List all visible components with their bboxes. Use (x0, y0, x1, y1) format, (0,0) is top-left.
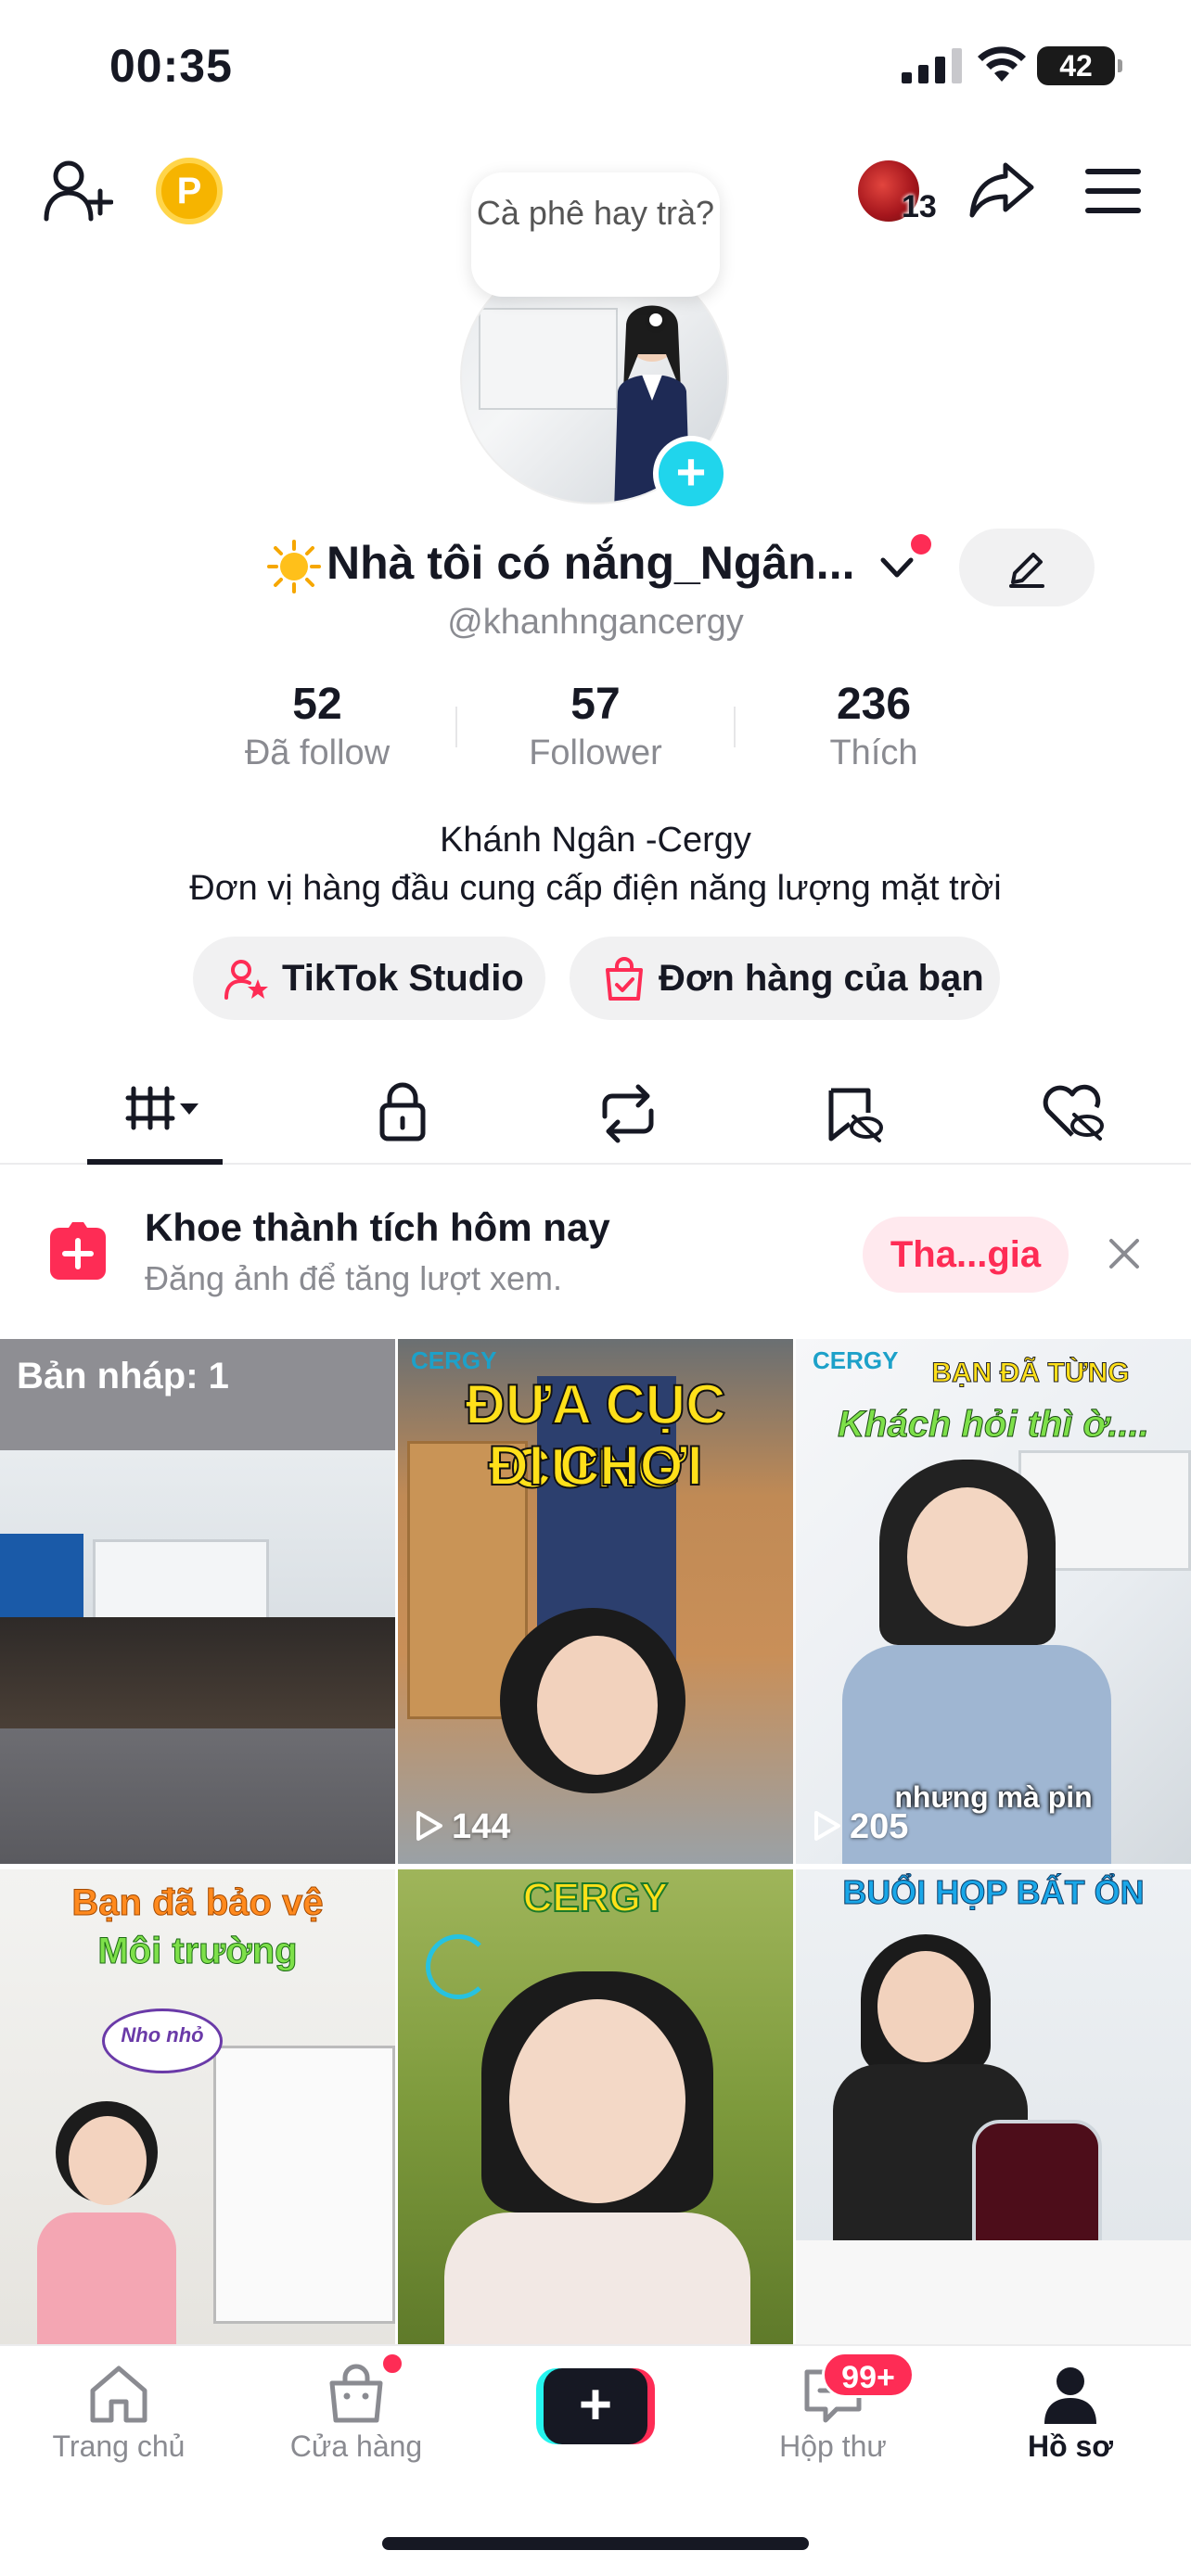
profile-username: @khanhngancergy (447, 603, 744, 642)
video2-view-count: 205 (850, 1807, 909, 1846)
bio-line: Khánh Ngân -Cergy (440, 821, 751, 860)
avatar-product-panel (479, 308, 618, 410)
promo-subtitle: Đăng ảnh để tăng lượt xem. (145, 1259, 562, 1297)
shop-notification-dot (380, 2352, 404, 2376)
stat-followers[interactable]: 57 Follower (456, 679, 735, 775)
video2-subtitle: Khách hỏi thì ờ.... (838, 1404, 1150, 1446)
nav-home[interactable]: Trang chủ (17, 2363, 221, 2464)
status-time: 00:35 (109, 40, 233, 92)
video-tile-2[interactable]: CERGY BẠN ĐÃ TỪNG Khách hỏi thì ờ.... nh… (796, 1339, 1191, 1864)
play-icon (416, 1811, 442, 1841)
add-post-icon (50, 1222, 106, 1280)
chevron-down-icon[interactable] (877, 549, 916, 586)
tab-videos[interactable] (61, 1066, 247, 1165)
add-story-button[interactable]: + (653, 436, 729, 512)
stat-likes-label: Thích (829, 733, 918, 772)
profile-bio: Khánh Ngân -Cergy Đơn vị hàng đầu cung c… (0, 816, 1191, 912)
nav-inbox-label: Hộp thư (779, 2429, 887, 2463)
video1-subtitle: ĐI CHƠI (487, 1434, 703, 1498)
tab-private[interactable] (312, 1066, 497, 1165)
promo-join-button[interactable]: Tha...gia (863, 1217, 1069, 1293)
profile-stats: 52 Đã follow 57 Follower 236 Thích (0, 679, 1191, 781)
nav-home-label: Trang chủ (52, 2429, 186, 2463)
stat-following[interactable]: 52 Đã follow (178, 679, 456, 775)
orders-label: Đơn hàng của bạn (659, 958, 984, 999)
video-tile-5[interactable]: BUỔI HỌP BẤT ỔN (796, 1869, 1191, 2344)
user-star-icon (224, 960, 268, 1000)
video2-views: 205 (813, 1807, 908, 1847)
home-indicator (382, 2537, 809, 2550)
cellular-signal-icon (902, 48, 962, 83)
shopping-bag-check-icon (606, 957, 643, 1001)
draft-label: Bản nháp: 1 (17, 1356, 229, 1396)
video5-title: BUỔI HỌP BẤT ỔN (842, 1873, 1145, 1912)
notification-dot (911, 534, 931, 555)
heart-hidden-icon (1043, 1084, 1104, 1141)
nav-profile[interactable]: Hồ sơ (968, 2363, 1172, 2464)
home-icon (90, 2366, 147, 2423)
video1-view-count: 144 (452, 1807, 511, 1846)
edit-profile-button[interactable] (959, 529, 1095, 606)
video1-brand: CERGY (411, 1346, 497, 1374)
plus-icon: + (544, 2368, 647, 2444)
video-tile-4[interactable]: CERGY (398, 1869, 793, 2344)
repost-icon (602, 1084, 654, 1143)
create-button[interactable]: + (536, 2368, 655, 2444)
tiktok-studio-button[interactable]: TikTok Studio (193, 937, 545, 1020)
bio-line: Đơn vị hàng đầu cung cấp điện năng lượng… (189, 869, 1002, 908)
stat-likes[interactable]: 236 Thích (735, 679, 1013, 775)
coin-icon[interactable]: P (156, 158, 223, 224)
video3-subtitle: Môi trường (97, 1931, 298, 1972)
profile-nickname[interactable]: Nhà tôi có nắng_Ngân... (327, 536, 854, 590)
grid-dropdown-icon (125, 1086, 198, 1130)
stat-following-label: Đã follow (244, 733, 391, 772)
video-tile-3[interactable]: Nho nhỏ Bạn đã bảo vệ Môi trường (0, 1869, 395, 2344)
orders-button[interactable]: Đơn hàng của bạn (570, 937, 1000, 1020)
bookmark-hidden-icon (828, 1088, 883, 1142)
profile-visitors-count: 13 (902, 189, 937, 224)
sun-emoji-icon (267, 540, 321, 593)
wifi-icon (978, 46, 1026, 82)
share-icon[interactable] (968, 156, 1035, 223)
tab-liked[interactable] (976, 1066, 1161, 1165)
status-bar: 00:35 42 (0, 0, 1191, 139)
close-icon[interactable] (1104, 1233, 1145, 1274)
video4-brand: CERGY (522, 1874, 669, 1921)
video3-bubble: Nho nhỏ (121, 2023, 204, 2047)
inbox-badge: 99+ (822, 2352, 915, 2398)
shopping-bag-icon (329, 2364, 383, 2423)
nav-shop[interactable]: Cửa hàng (254, 2363, 458, 2464)
profile-tabs (0, 1066, 1191, 1165)
video3-title: Bạn đã bảo vệ (71, 1882, 324, 1924)
note-bubble[interactable]: Cà phê hay trà? (471, 172, 720, 297)
video2-title: BẠN ĐÃ TỪNG (931, 1358, 1130, 1389)
video-tile-1[interactable]: CERGY ĐƯA CỤC CƯNG ĐI CHƠI 144 (398, 1339, 793, 1864)
menu-icon[interactable] (1083, 165, 1143, 217)
pencil-icon (1009, 553, 1044, 588)
stat-likes-value: 236 (836, 680, 912, 729)
battery-indicator: 42 (1037, 46, 1122, 85)
tiktok-studio-label: TikTok Studio (282, 958, 524, 999)
profile-icon (1044, 2367, 1096, 2424)
promo-title: Khoe thành tích hôm nay (145, 1205, 610, 1249)
stat-followers-label: Follower (529, 733, 662, 772)
tab-favorites[interactable] (759, 1066, 944, 1165)
video-tile-draft[interactable]: Bản nháp: 1 (0, 1339, 395, 1864)
stat-followers-value: 57 (570, 680, 621, 729)
promo-banner: Khoe thành tích hôm nay Đăng ảnh để tăng… (0, 1165, 1191, 1339)
nav-profile-label: Hồ sơ (1027, 2429, 1114, 2463)
video1-views: 144 (415, 1807, 510, 1847)
video-grid: Bản nháp: 1 CERGY ĐƯA CỤC CƯNG ĐI CHƠI 1… (0, 1339, 1191, 2344)
play-icon (814, 1811, 840, 1841)
tab-reposts[interactable] (532, 1066, 718, 1165)
add-friend-icon[interactable] (43, 158, 113, 223)
nav-shop-label: Cửa hàng (289, 2429, 423, 2463)
lock-icon (379, 1082, 426, 1141)
note-bubble-tail (649, 313, 662, 326)
stat-following-value: 52 (292, 680, 342, 729)
